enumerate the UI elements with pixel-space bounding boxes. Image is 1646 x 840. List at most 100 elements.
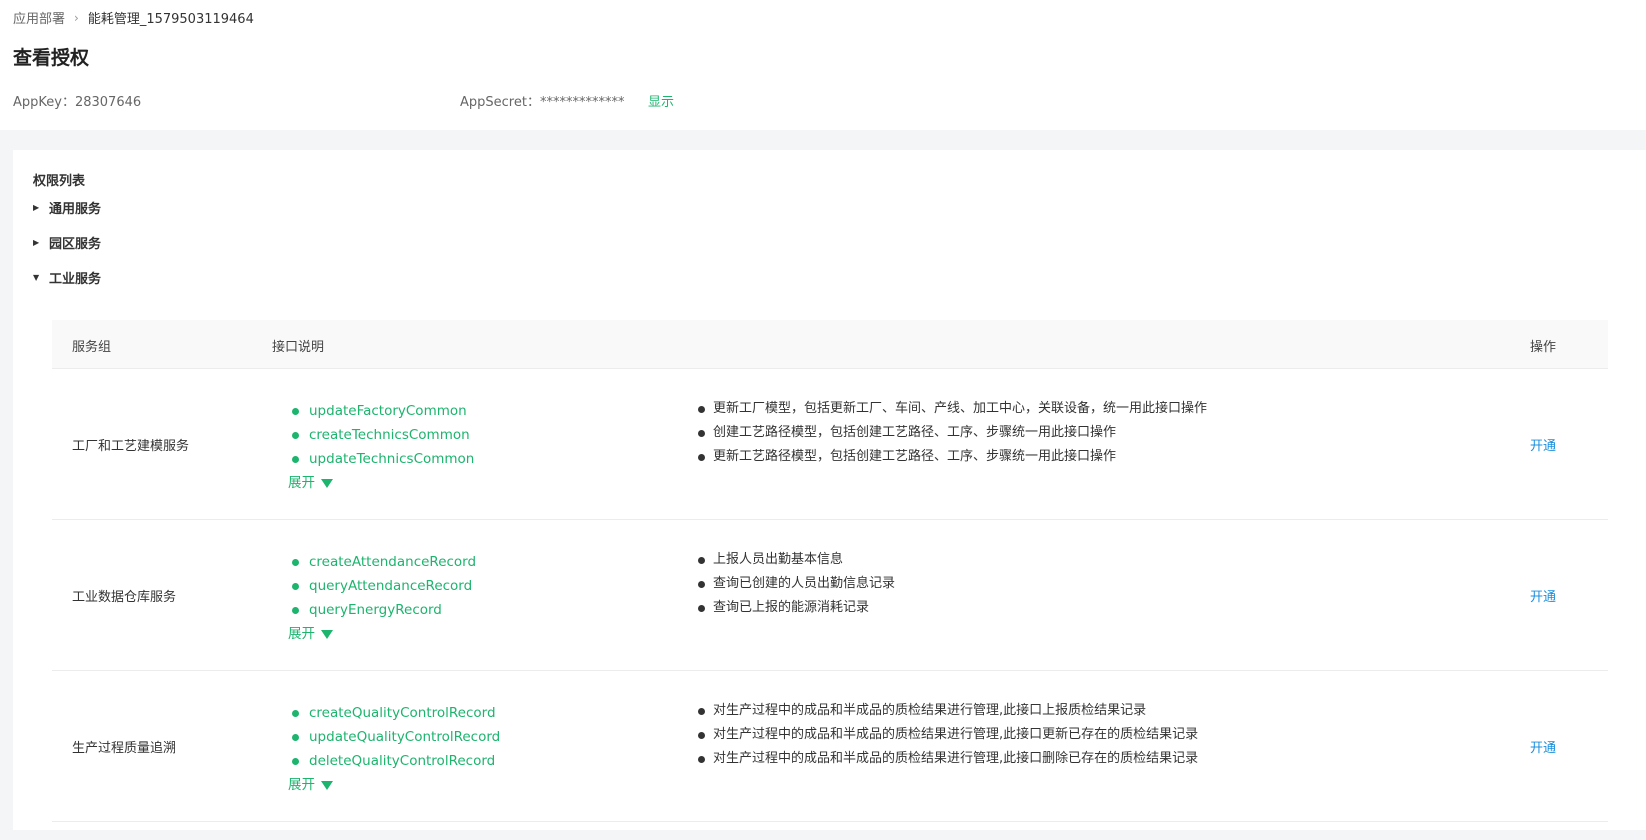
description-text: 更新工厂模型，包括更新工厂、车间、产线、加工中心，关联设备，统一用此接口操作: [713, 401, 1208, 416]
table-header: 服务组 接口说明 操作: [52, 320, 1608, 369]
breadcrumb-current: 能耗管理_1579503119464: [87, 12, 254, 27]
description-list: 对生产过程中的成品和半成品的质检结果进行管理,此接口上报质检结果记录 对生产过程…: [696, 699, 1198, 771]
bullet-icon: [698, 707, 705, 715]
page-header: 应用部署 › 能耗管理_1579503119464 查看授权 AppKey：28…: [0, 0, 1646, 130]
api-link[interactable]: queryAttendanceRecord: [288, 574, 476, 598]
api-name: createTechnicsCommon: [309, 427, 470, 443]
appkey-label: AppKey：: [13, 95, 75, 110]
api-name: updateFactoryCommon: [309, 403, 467, 419]
triangle-right-icon: ▶: [33, 203, 40, 212]
api-link[interactable]: updateTechnicsCommon: [288, 447, 474, 471]
header-service-group: 服务组: [72, 340, 112, 355]
bullet-icon: [292, 431, 299, 439]
activate-button[interactable]: 开通: [1530, 737, 1556, 756]
service-group-name: 生产过程质量追溯: [72, 741, 177, 756]
description-text: 对生产过程中的成品和半成品的质检结果进行管理,此接口更新已存在的质检结果记录: [713, 727, 1199, 742]
group-industrial-services[interactable]: ▼ 工业服务: [33, 268, 101, 287]
bullet-icon: [698, 604, 705, 612]
header-action: 操作: [1530, 340, 1557, 355]
group-general-services[interactable]: ▶ 通用服务: [33, 198, 101, 217]
expand-label: 展开: [288, 475, 315, 491]
show-secret-link[interactable]: 显示: [648, 91, 674, 110]
api-link[interactable]: deleteQualityControlRecord: [288, 749, 500, 773]
activate-button[interactable]: 开通: [1530, 435, 1556, 454]
service-table: 服务组 接口说明 操作 工厂和工艺建模服务 updateFactoryCommo…: [52, 320, 1608, 840]
expand-label: 展开: [288, 777, 315, 793]
api-name: createAttendanceRecord: [309, 554, 477, 570]
bullet-icon: [292, 455, 299, 463]
api-link[interactable]: updateFactoryCommon: [288, 399, 474, 423]
api-link[interactable]: createTechnicsCommon: [288, 423, 474, 447]
expand-button[interactable]: 展开: [288, 622, 476, 646]
chevron-right-icon: ›: [74, 10, 79, 25]
api-name: createQualityControlRecord: [309, 705, 496, 721]
api-name: queryEnergyRecord: [309, 602, 442, 618]
api-link[interactable]: createQualityControlRecord: [288, 701, 500, 725]
caret-down-icon: [321, 629, 333, 639]
api-list: updateFactoryCommon createTechnicsCommon…: [288, 399, 474, 495]
description-list: 更新工厂模型，包括更新工厂、车间、产线、加工中心，关联设备，统一用此接口操作 创…: [696, 397, 1207, 469]
description-text: 上报人员出勤基本信息: [713, 552, 844, 567]
triangle-down-icon: ▼: [33, 273, 40, 282]
api-name: queryAttendanceRecord: [309, 578, 473, 594]
description-item: 创建工艺路径模型，包括创建工艺路径、工序、步骤统一用此接口操作: [696, 421, 1207, 445]
description-item: 对生产过程中的成品和半成品的质检结果进行管理,此接口删除已存在的质检结果记录: [696, 747, 1198, 771]
api-link[interactable]: queryEnergyRecord: [288, 598, 476, 622]
description-text: 查询已上报的能源消耗记录: [713, 600, 870, 615]
bullet-icon: [292, 407, 299, 415]
triangle-right-icon: ▶: [33, 238, 40, 247]
bullet-icon: [292, 757, 299, 765]
expand-button[interactable]: 展开: [288, 773, 500, 797]
bullet-icon: [698, 731, 705, 739]
credentials-row: AppKey：28307646 AppSecret：************* …: [13, 91, 913, 111]
appsecret-value: *************: [539, 95, 625, 110]
table-row: 生产过程质量追溯 createQualityControlRecord upda…: [52, 671, 1608, 822]
bullet-icon: [698, 405, 705, 413]
service-group-name: 工业数据仓库服务: [72, 590, 177, 605]
expand-button[interactable]: 展开: [288, 471, 474, 495]
expand-label: 展开: [288, 626, 315, 642]
table-row: 工业数据仓库服务 createAttendanceRecord queryAtt…: [52, 520, 1608, 671]
group-label: 园区服务: [49, 237, 102, 252]
caret-down-icon: [321, 780, 333, 790]
bullet-icon: [698, 755, 705, 763]
description-text: 更新工艺路径模型，包括创建工艺路径、工序、步骤统一用此接口操作: [713, 449, 1117, 464]
description-list: 上报人员出勤基本信息 查询已创建的人员出勤信息记录 查询已上报的能源消耗记录: [696, 548, 895, 620]
api-link[interactable]: updateQualityControlRecord: [288, 725, 500, 749]
description-text: 创建工艺路径模型，包括创建工艺路径、工序、步骤统一用此接口操作: [713, 425, 1117, 440]
bullet-icon: [698, 580, 705, 588]
table-row: 工厂和工艺建模服务 updateFactoryCommon createTech…: [52, 369, 1608, 520]
bullet-icon: [292, 733, 299, 741]
api-link[interactable]: createAttendanceRecord: [288, 550, 476, 574]
appsecret-label: AppSecret：: [460, 95, 540, 110]
bullet-icon: [698, 453, 705, 461]
description-text: 对生产过程中的成品和半成品的质检结果进行管理,此接口删除已存在的质检结果记录: [713, 751, 1199, 766]
description-item: 查询已上报的能源消耗记录: [696, 596, 895, 620]
description-item: 上报人员出勤基本信息: [696, 548, 895, 572]
description-item: 查询已创建的人员出勤信息记录: [696, 572, 895, 596]
bullet-icon: [698, 556, 705, 564]
api-name: updateTechnicsCommon: [309, 451, 475, 467]
bullet-icon: [292, 709, 299, 717]
api-name: deleteQualityControlRecord: [309, 753, 496, 769]
bullet-icon: [292, 582, 299, 590]
bullet-icon: [698, 429, 705, 437]
service-group-name: 工厂和工艺建模服务: [72, 439, 190, 454]
api-name: updateQualityControlRecord: [309, 729, 501, 745]
description-item: 对生产过程中的成品和半成品的质检结果进行管理,此接口上报质检结果记录: [696, 699, 1198, 723]
appsecret-info: AppSecret：*************: [460, 91, 624, 110]
group-label: 通用服务: [49, 202, 102, 217]
page-title: 查看授权: [13, 47, 90, 69]
header-interface-desc: 接口说明: [272, 340, 325, 355]
api-list: createAttendanceRecord queryAttendanceRe…: [288, 550, 476, 646]
appkey-info: AppKey：28307646: [13, 91, 141, 110]
activate-button[interactable]: 开通: [1530, 586, 1556, 605]
description-item: 对生产过程中的成品和半成品的质检结果进行管理,此接口更新已存在的质检结果记录: [696, 723, 1198, 747]
description-text: 对生产过程中的成品和半成品的质检结果进行管理,此接口上报质检结果记录: [713, 703, 1147, 718]
description-item: 更新工艺路径模型，包括创建工艺路径、工序、步骤统一用此接口操作: [696, 445, 1207, 469]
breadcrumb-root[interactable]: 应用部署: [13, 8, 65, 27]
group-park-services[interactable]: ▶ 园区服务: [33, 233, 101, 252]
group-label: 工业服务: [49, 272, 102, 287]
caret-down-icon: [321, 478, 333, 488]
bullet-icon: [292, 558, 299, 566]
